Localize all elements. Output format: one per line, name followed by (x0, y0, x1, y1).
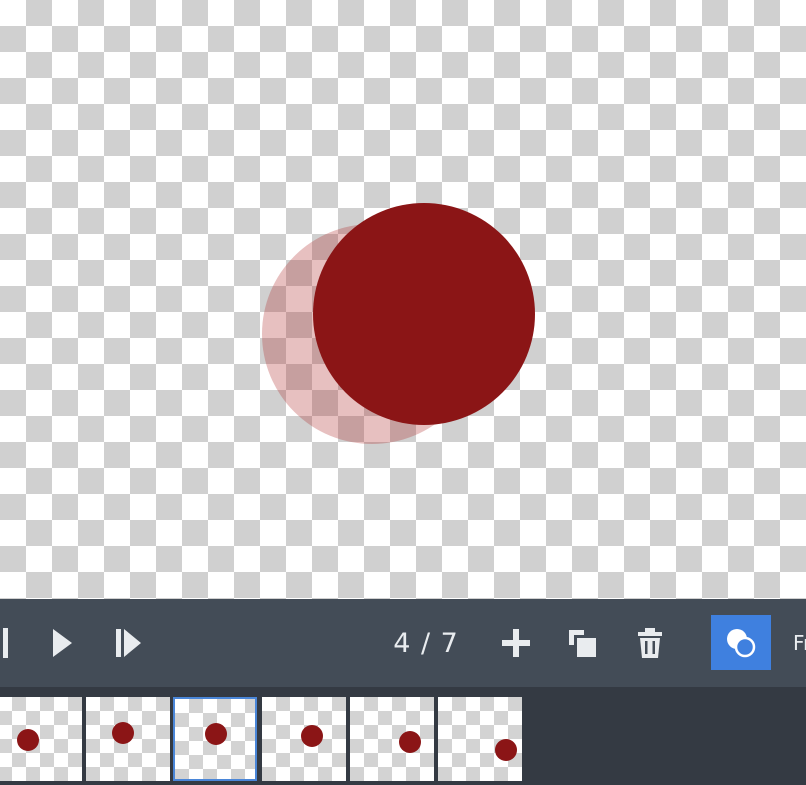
frame-dot (399, 731, 421, 753)
first-frame-button[interactable] (0, 599, 14, 687)
next-frame-button[interactable] (110, 599, 146, 687)
frame-dot (17, 729, 39, 751)
play-button[interactable] (44, 599, 80, 687)
frame-thumbnail[interactable] (86, 697, 170, 781)
frame-thumbnail[interactable] (350, 697, 434, 781)
step-forward-icon (116, 629, 141, 657)
skip-back-icon (3, 628, 8, 658)
duplicate-frame-button[interactable] (562, 599, 602, 687)
trash-icon (638, 628, 662, 658)
frame-thumbnail[interactable] (262, 697, 346, 781)
frame-thumbnail[interactable] (438, 697, 522, 781)
delete-frame-button[interactable] (630, 599, 670, 687)
frame-thumbnail[interactable] (0, 697, 82, 781)
frame-filmstrip (0, 687, 806, 785)
frame-dot (205, 723, 227, 745)
current-frame-circle (313, 203, 535, 425)
frame-dot (301, 725, 323, 747)
onion-skin-icon (727, 628, 756, 657)
animation-toolbar: 4 / 7 Fr (0, 599, 806, 687)
duplicate-icon (569, 630, 596, 657)
frame-dot (112, 722, 134, 744)
onion-skin-toggle[interactable] (711, 615, 771, 670)
add-frame-button[interactable] (496, 599, 536, 687)
drawing-canvas[interactable] (0, 0, 806, 599)
frame-counter: 4 / 7 (393, 627, 459, 659)
play-icon (53, 629, 72, 657)
plus-icon (502, 629, 530, 657)
frame-dot (495, 739, 517, 761)
frame-thumbnail-selected[interactable] (173, 697, 257, 781)
frame-rate-label: Fr (793, 631, 806, 655)
